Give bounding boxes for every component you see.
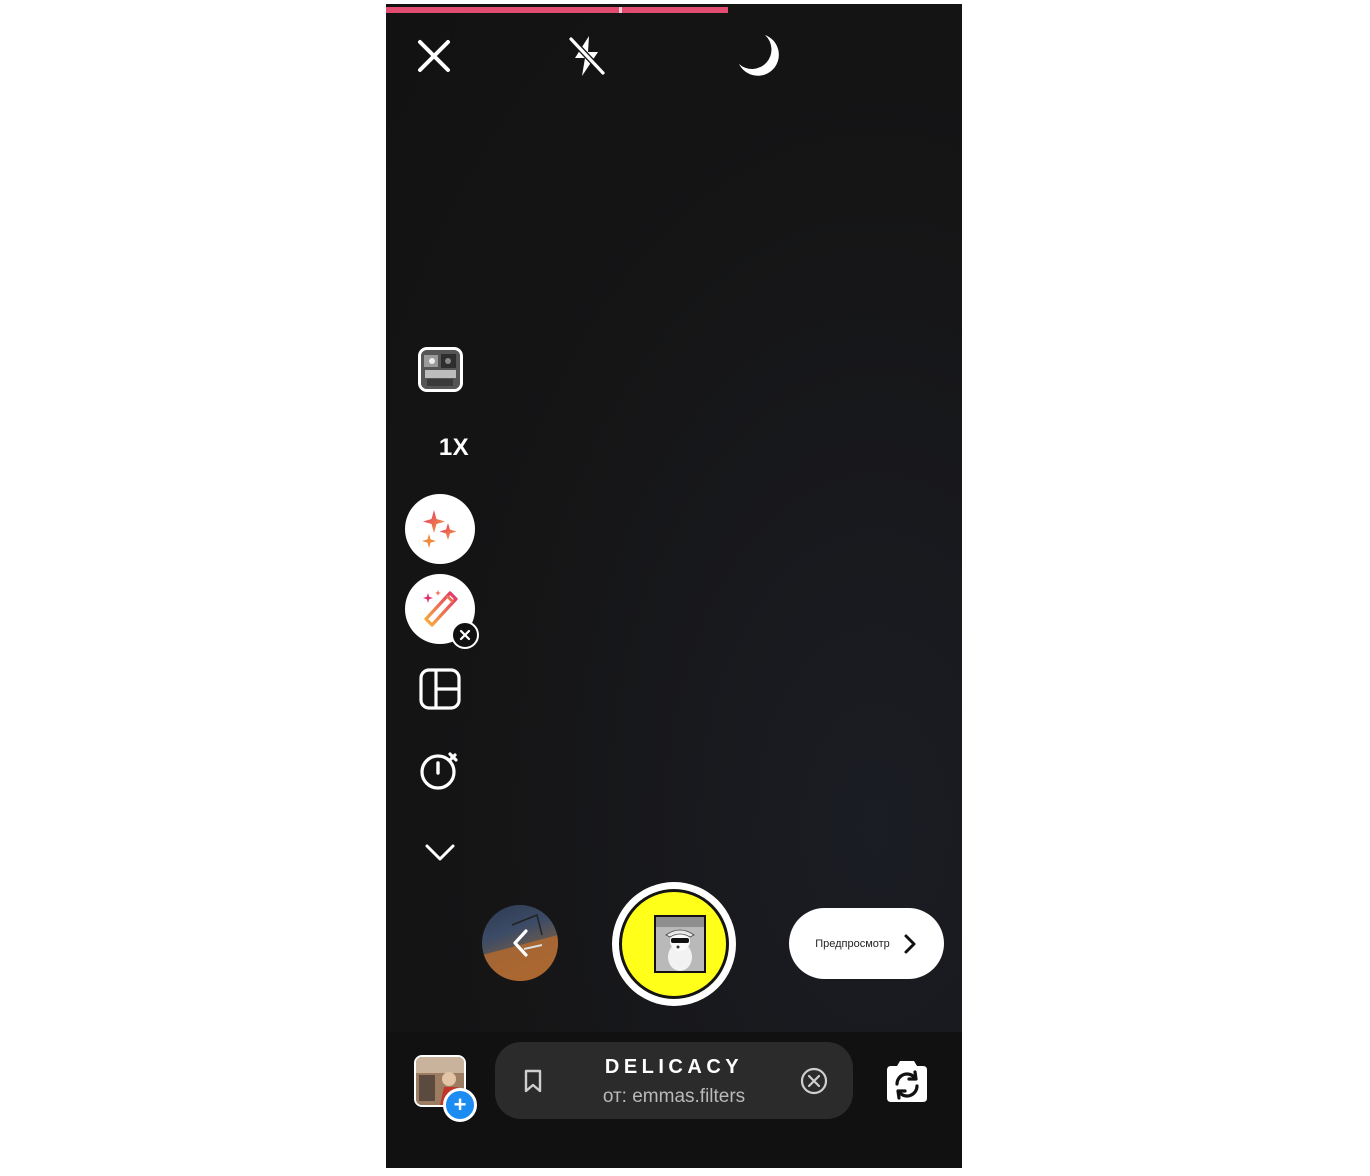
remove-effect-badge-icon[interactable] — [451, 621, 479, 649]
preview-button[interactable]: Предпросмотр — [789, 908, 944, 979]
camera-viewfinder[interactable]: 1X Предпросмотр — [386, 4, 962, 1032]
moon-icon[interactable] — [735, 31, 785, 81]
flip-camera-icon[interactable] — [879, 1054, 935, 1110]
layout-thumbnail-icon[interactable] — [418, 347, 463, 392]
effect-preview-image — [654, 915, 706, 973]
bottom-bar: + DELICACY от: emmas.filters — [386, 1032, 962, 1168]
chevron-right-icon — [904, 934, 916, 953]
chevron-down-icon[interactable] — [422, 834, 458, 870]
remove-effect-icon[interactable] — [799, 1066, 829, 1096]
effects-sparkle-icon[interactable] — [405, 494, 475, 564]
story-progress-segment — [386, 7, 619, 13]
zoom-level[interactable]: 1X — [424, 434, 484, 462]
effect-info-pill[interactable]: DELICACY от: emmas.filters — [495, 1042, 853, 1119]
preview-label: Предпросмотр — [815, 937, 890, 950]
shutter-ring — [619, 889, 729, 999]
previous-effect-thumbnail[interactable] — [482, 905, 558, 981]
camera-screen: 1X Предпросмотр + DELICACY от: emmas.fil… — [386, 4, 962, 1168]
layout-grid-icon[interactable] — [418, 667, 462, 711]
story-progress-segment — [622, 7, 728, 13]
flash-off-icon[interactable] — [562, 31, 612, 81]
shutter-button[interactable] — [612, 882, 736, 1006]
add-plus-icon[interactable]: + — [443, 1088, 477, 1122]
timer-icon[interactable] — [416, 746, 464, 794]
close-icon[interactable] — [409, 31, 459, 81]
